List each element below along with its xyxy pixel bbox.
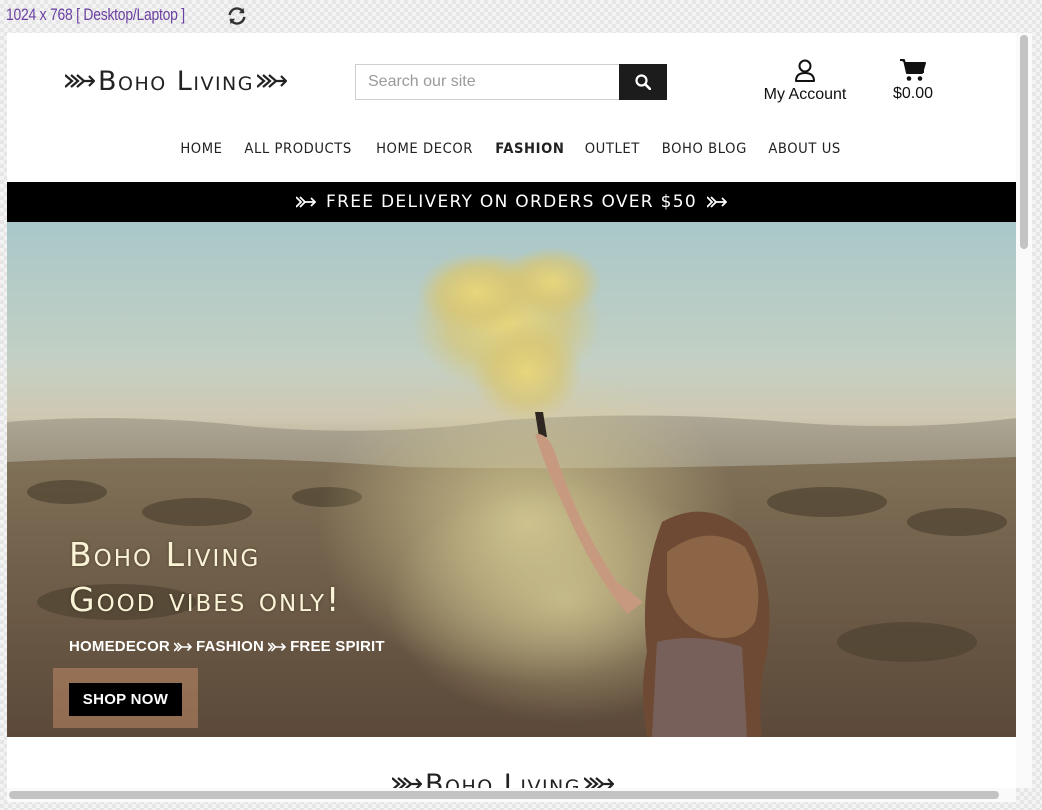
logo-text: Boho Living bbox=[98, 65, 254, 97]
arrow-decoration-icon bbox=[706, 196, 727, 208]
arrow-left-decoration-icon bbox=[392, 777, 422, 788]
horizontal-scrollbar-thumb[interactable] bbox=[9, 791, 999, 799]
device-size-label[interactable]: 1024 x 768 [ Desktop/Laptop ] bbox=[6, 5, 185, 25]
cart-link[interactable]: $0.00 bbox=[883, 58, 943, 103]
hero-subtitle-part: HOMEDECOR bbox=[69, 638, 170, 655]
hero-subtitle-part: FASHION bbox=[195, 638, 265, 655]
my-account-link[interactable]: My Account bbox=[755, 59, 855, 104]
arrow-right-decoration-icon bbox=[584, 777, 614, 788]
nav-item-outlet[interactable]: OUTLET bbox=[585, 141, 640, 157]
hero-title-line-1: Boho Living bbox=[69, 535, 261, 574]
vertical-scrollbar[interactable] bbox=[1016, 33, 1032, 788]
nav-item-about-us[interactable]: ABOUT US bbox=[769, 141, 842, 157]
search-input[interactable] bbox=[355, 64, 619, 100]
device-toolbar: 1024 x 768 [ Desktop/Laptop ] bbox=[0, 0, 1042, 32]
site-viewport: Boho Living My Account $0.00 bbox=[7, 33, 1016, 788]
shop-now-button[interactable]: SHOP NOW bbox=[69, 683, 182, 716]
arrow-decoration-icon bbox=[296, 196, 317, 208]
hero-title-line-2: Good vibes only! bbox=[69, 580, 342, 619]
arrow-left-decoration-icon bbox=[65, 74, 95, 88]
hero-subtitle-part: FREE SPIRIT bbox=[290, 638, 385, 655]
nav-item-boho-blog[interactable]: BOHO BLOG bbox=[662, 141, 747, 157]
my-account-label: My Account bbox=[763, 86, 847, 103]
shopping-cart-icon bbox=[900, 59, 926, 81]
nav-item-fashion[interactable]: FASHION bbox=[495, 141, 564, 157]
vertical-scrollbar-thumb[interactable] bbox=[1020, 35, 1028, 249]
arrow-right-decoration-icon bbox=[257, 74, 287, 88]
nav-item-all-products[interactable]: ALL PRODUCTS bbox=[245, 141, 352, 157]
arrow-decoration-icon bbox=[173, 641, 192, 652]
search-icon bbox=[635, 74, 651, 90]
hero-image bbox=[7, 247, 1016, 737]
user-icon bbox=[795, 59, 815, 82]
nav-item-home-decor[interactable]: HOME DECOR bbox=[376, 141, 473, 157]
rotate-icon[interactable] bbox=[226, 5, 248, 27]
cart-total: $0.00 bbox=[892, 85, 934, 102]
site-logo[interactable]: Boho Living bbox=[65, 60, 287, 102]
footer-logo-text: Boho Living bbox=[425, 768, 581, 789]
hero-banner: Boho Living Good vibes only! HOMEDECOR F… bbox=[7, 222, 1016, 737]
hero-subtitle: HOMEDECOR FASHION FREE SPIRIT bbox=[69, 638, 385, 655]
horizontal-scrollbar[interactable] bbox=[7, 788, 1016, 802]
search-bar bbox=[355, 64, 667, 100]
nav-item-home[interactable]: HOME bbox=[181, 141, 223, 157]
footer-logo[interactable]: Boho Living bbox=[392, 764, 614, 788]
arrow-decoration-icon bbox=[268, 641, 287, 652]
main-navigation: HOME ALL PRODUCTS HOME DECOR FASHION OUT… bbox=[7, 141, 1016, 157]
promo-banner: FREE DELIVERY ON ORDERS OVER $50 bbox=[7, 182, 1016, 222]
shop-now-container: SHOP NOW bbox=[53, 668, 198, 728]
search-button[interactable] bbox=[619, 64, 667, 100]
promo-text: FREE DELIVERY ON ORDERS OVER $50 bbox=[326, 192, 697, 212]
